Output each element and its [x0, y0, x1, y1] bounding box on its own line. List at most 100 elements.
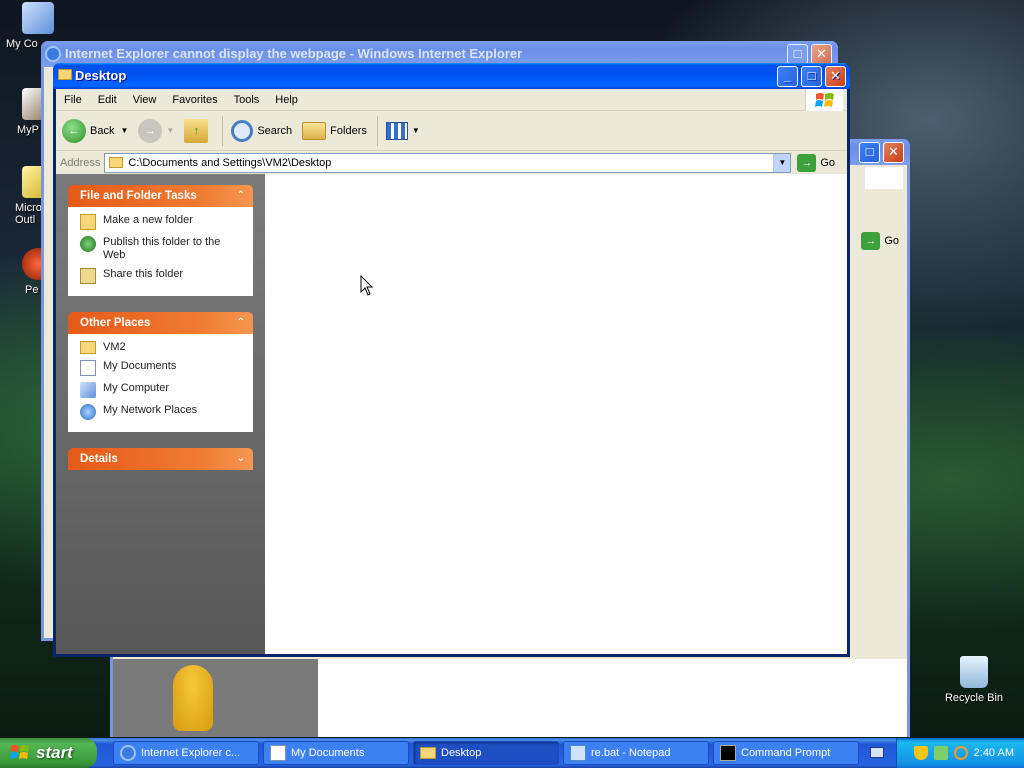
views-button[interactable]: ▼	[385, 121, 420, 140]
details-panel: Details ⌄	[68, 448, 253, 470]
system-tray: 2:40 AM	[896, 738, 1024, 768]
menu-file[interactable]: File	[56, 94, 90, 106]
search-button[interactable]: Search	[231, 119, 293, 142]
chevron-down-icon[interactable]: ▼	[773, 153, 791, 172]
folder-icon	[109, 157, 124, 168]
start-label: start	[36, 743, 73, 762]
other-places-panel: Other Places ⌃ VM2 My Documents My Compu…	[68, 312, 253, 432]
mydocs-view-area	[318, 659, 907, 737]
folder-view[interactable]	[265, 174, 847, 654]
address-field[interactable]: C:\Documents and Settings\VM2\Desktop ▼	[104, 152, 792, 173]
address-value: C:\Documents and Settings\VM2\Desktop	[128, 156, 332, 169]
go-arrow-icon: →	[797, 153, 817, 172]
publish-web-icon	[80, 236, 96, 252]
task-publish-to-web[interactable]: Publish this folder to the Web	[80, 236, 243, 262]
ie-maximize-button[interactable]: □	[787, 44, 808, 65]
panel-title: Details	[80, 453, 118, 465]
taskbar-button-desktop[interactable]: Desktop	[413, 741, 559, 765]
clock[interactable]: 2:40 AM	[974, 747, 1014, 759]
task-make-new-folder[interactable]: Make a new folder	[80, 214, 243, 230]
expand-icon[interactable]: ⌄	[237, 448, 245, 470]
close-button[interactable]: ✕	[825, 66, 846, 87]
my-documents-icon	[80, 360, 96, 376]
place-label: My Computer	[103, 382, 170, 394]
network-icon[interactable]	[933, 746, 948, 760]
taskbar-button-label: My Documents	[291, 747, 365, 759]
panel-title: Other Places	[80, 317, 151, 329]
place-vm2[interactable]: VM2	[80, 341, 243, 354]
mydocs-go-button[interactable]: → Go	[861, 232, 899, 250]
panel-title: File and Folder Tasks	[80, 190, 197, 202]
menu-help[interactable]: Help	[267, 94, 306, 106]
computer-icon	[22, 2, 54, 34]
mydocs-maximize-button[interactable]: □	[859, 142, 880, 163]
chevron-down-icon: ▼	[166, 126, 175, 135]
folder-icon	[420, 747, 436, 759]
maximize-button[interactable]: □	[801, 66, 822, 87]
collapse-icon[interactable]: ⌃	[237, 312, 245, 334]
place-my-computer[interactable]: My Computer	[80, 382, 243, 398]
menu-view[interactable]: View	[125, 94, 165, 106]
notepad-icon	[570, 745, 586, 761]
desktop-icon-recycle-bin[interactable]: Recycle Bin	[939, 656, 1009, 704]
explorer-titlebar[interactable]: Desktop ✕ □ _	[53, 63, 850, 89]
back-arrow-icon: ←	[62, 118, 86, 143]
panel-header[interactable]: Details ⌄	[68, 448, 253, 470]
explorer-title: Desktop	[75, 68, 127, 83]
computer-icon	[80, 382, 96, 398]
ie-close-button[interactable]: ✕	[811, 44, 832, 65]
menu-edit[interactable]: Edit	[90, 94, 125, 106]
menu-favorites[interactable]: Favorites	[164, 94, 225, 106]
desktop-explorer-window[interactable]: Desktop ✕ □ _ File Edit View Favorites T…	[53, 63, 850, 657]
taskbar-button-label: Internet Explorer c...	[141, 747, 241, 759]
search-icon[interactable]	[953, 746, 968, 760]
search-dog-icon	[173, 665, 213, 731]
task-label: Publish this folder to the Web	[103, 236, 221, 261]
network-icon	[80, 404, 96, 420]
taskbar-button-label: Command Prompt	[741, 747, 831, 759]
taskbar-button-ie[interactable]: Internet Explorer c...	[113, 741, 259, 765]
taskbar-button-my-documents[interactable]: My Documents	[263, 741, 409, 765]
shield-icon[interactable]	[913, 746, 928, 760]
folder-icon	[58, 69, 72, 80]
keyboard-icon[interactable]	[870, 747, 884, 758]
forward-arrow-icon: →	[138, 118, 163, 143]
menu-tools[interactable]: Tools	[226, 94, 268, 106]
collapse-icon[interactable]: ⌃	[237, 185, 245, 207]
windows-logo-icon	[865, 167, 903, 189]
go-label: Go	[884, 235, 899, 247]
taskbar-button-label: Desktop	[441, 747, 482, 759]
place-my-network-places[interactable]: My Network Places	[80, 404, 243, 420]
new-folder-icon	[80, 214, 96, 230]
start-button[interactable]: start	[0, 738, 97, 768]
views-icon	[385, 121, 408, 140]
minimize-button[interactable]: _	[777, 66, 798, 87]
panel-header[interactable]: File and Folder Tasks ⌃	[68, 185, 253, 207]
search-icon	[231, 119, 254, 142]
taskbar-button-label: re.bat - Notepad	[591, 747, 671, 759]
desktop-icon-label: Micro Outl	[15, 202, 42, 226]
share-folder-icon	[80, 268, 96, 284]
address-bar: Address C:\Documents and Settings\VM2\De…	[56, 151, 847, 175]
task-share-folder[interactable]: Share this folder	[80, 268, 243, 284]
panel-header[interactable]: Other Places ⌃	[68, 312, 253, 334]
folder-icon	[80, 341, 96, 354]
up-folder-button[interactable]: ↑	[184, 118, 212, 143]
mouse-cursor-icon	[360, 275, 373, 296]
address-label: Address	[60, 156, 101, 169]
search-label: Search	[257, 124, 293, 137]
place-my-documents[interactable]: My Documents	[80, 360, 243, 376]
ie-icon	[120, 745, 136, 761]
search-companion-pane	[113, 659, 318, 737]
back-button[interactable]: ← Back ▼	[62, 118, 128, 143]
go-button[interactable]: → Go	[797, 153, 835, 172]
taskbar-button-command-prompt[interactable]: Command Prompt	[713, 741, 859, 765]
taskbar-button-notepad[interactable]: re.bat - Notepad	[563, 741, 709, 765]
windows-logo-icon	[10, 745, 29, 759]
place-label: My Network Places	[103, 404, 198, 416]
taskbar: start Internet Explorer c... My Document…	[0, 738, 1024, 768]
place-label: VM2	[103, 341, 126, 353]
forward-button[interactable]: → ▼	[138, 118, 175, 143]
folders-button[interactable]: Folders	[302, 121, 367, 140]
mydocs-close-button[interactable]: ✕	[883, 142, 904, 163]
